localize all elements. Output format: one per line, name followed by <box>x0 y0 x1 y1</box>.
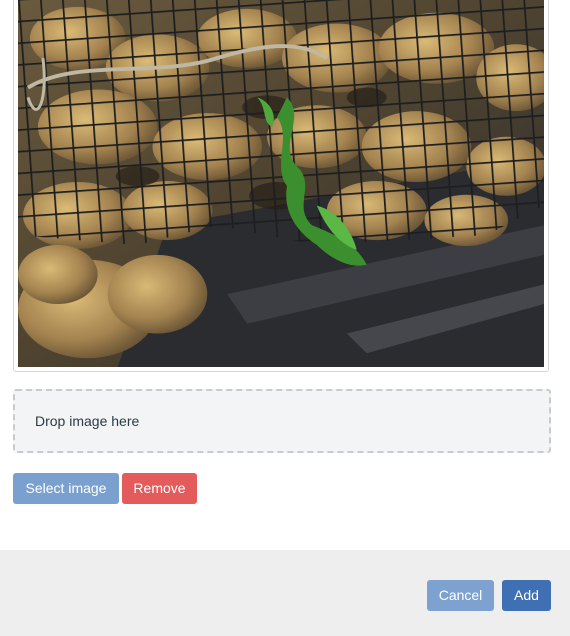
image-preview-frame <box>13 0 549 372</box>
oyster-photo <box>18 0 544 367</box>
modal-body: Drop image here Select image Remove <box>0 0 570 550</box>
dropzone-label: Drop image here <box>35 413 140 429</box>
image-dropzone[interactable]: Drop image here <box>13 389 551 453</box>
select-image-button[interactable]: Select image <box>13 473 119 504</box>
modal-footer: Cancel Add <box>0 550 570 636</box>
add-button[interactable]: Add <box>502 580 551 611</box>
remove-image-button[interactable]: Remove <box>122 473 197 504</box>
image-preview <box>18 0 544 367</box>
cancel-button[interactable]: Cancel <box>427 580 494 611</box>
